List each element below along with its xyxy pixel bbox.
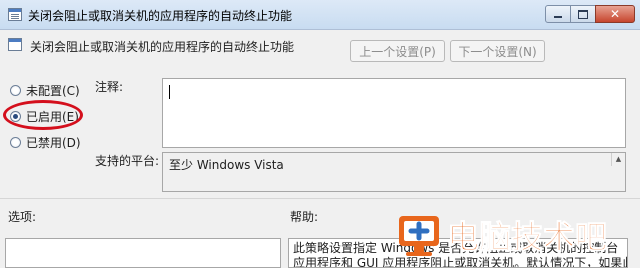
minimize-button[interactable] — [545, 5, 571, 23]
close-icon: ✕ — [609, 7, 621, 21]
radio-label: 未配置(C) — [26, 84, 80, 98]
setting-icon — [8, 38, 22, 51]
supported-on-value: 至少 Windows Vista — [169, 158, 284, 172]
radio-label: 已禁用(D) — [26, 136, 81, 150]
watermark: 电脑技术吧 — [395, 210, 635, 264]
maximize-button[interactable] — [570, 5, 596, 23]
setting-title: 关闭会阻止或取消关机的应用程序的自动终止功能 — [30, 40, 295, 54]
supported-on-label: 支持的平台: — [95, 154, 160, 168]
watermark-graphic: 电脑技术吧 — [399, 216, 608, 257]
previous-setting-button[interactable]: 上一个设置(P) — [350, 40, 445, 62]
text-caret — [169, 85, 170, 99]
next-setting-button[interactable]: 下一个设置(N) — [450, 40, 545, 62]
comment-textarea[interactable] — [162, 78, 626, 148]
red-highlight-annotation — [3, 100, 83, 130]
window-title-bar[interactable]: 关闭会阻止或取消关机的应用程序的自动终止功能 ✕ — [0, 0, 640, 30]
minimize-icon — [554, 16, 562, 18]
maximize-icon — [578, 9, 588, 19]
computer-logo-icon — [399, 216, 439, 256]
watermark-text: 电脑技术吧 — [447, 218, 607, 256]
supported-on-field: 至少 Windows Vista ▲ — [162, 152, 626, 192]
policy-icon — [8, 8, 22, 21]
options-label: 选项: — [8, 210, 37, 224]
radio-button[interactable] — [10, 137, 21, 148]
window-title: 关闭会阻止或取消关机的应用程序的自动终止功能 — [28, 9, 293, 23]
scroll-up-arrow-icon[interactable]: ▲ — [611, 153, 625, 166]
radio-button[interactable] — [10, 85, 21, 96]
help-label: 帮助: — [290, 210, 319, 224]
radio-disabled[interactable]: 已禁用(D) — [10, 134, 81, 151]
radio-not-configured[interactable]: 未配置(C) — [10, 82, 80, 99]
close-button[interactable]: ✕ — [595, 5, 635, 23]
section-divider — [0, 198, 640, 199]
comment-label: 注释: — [95, 80, 124, 94]
